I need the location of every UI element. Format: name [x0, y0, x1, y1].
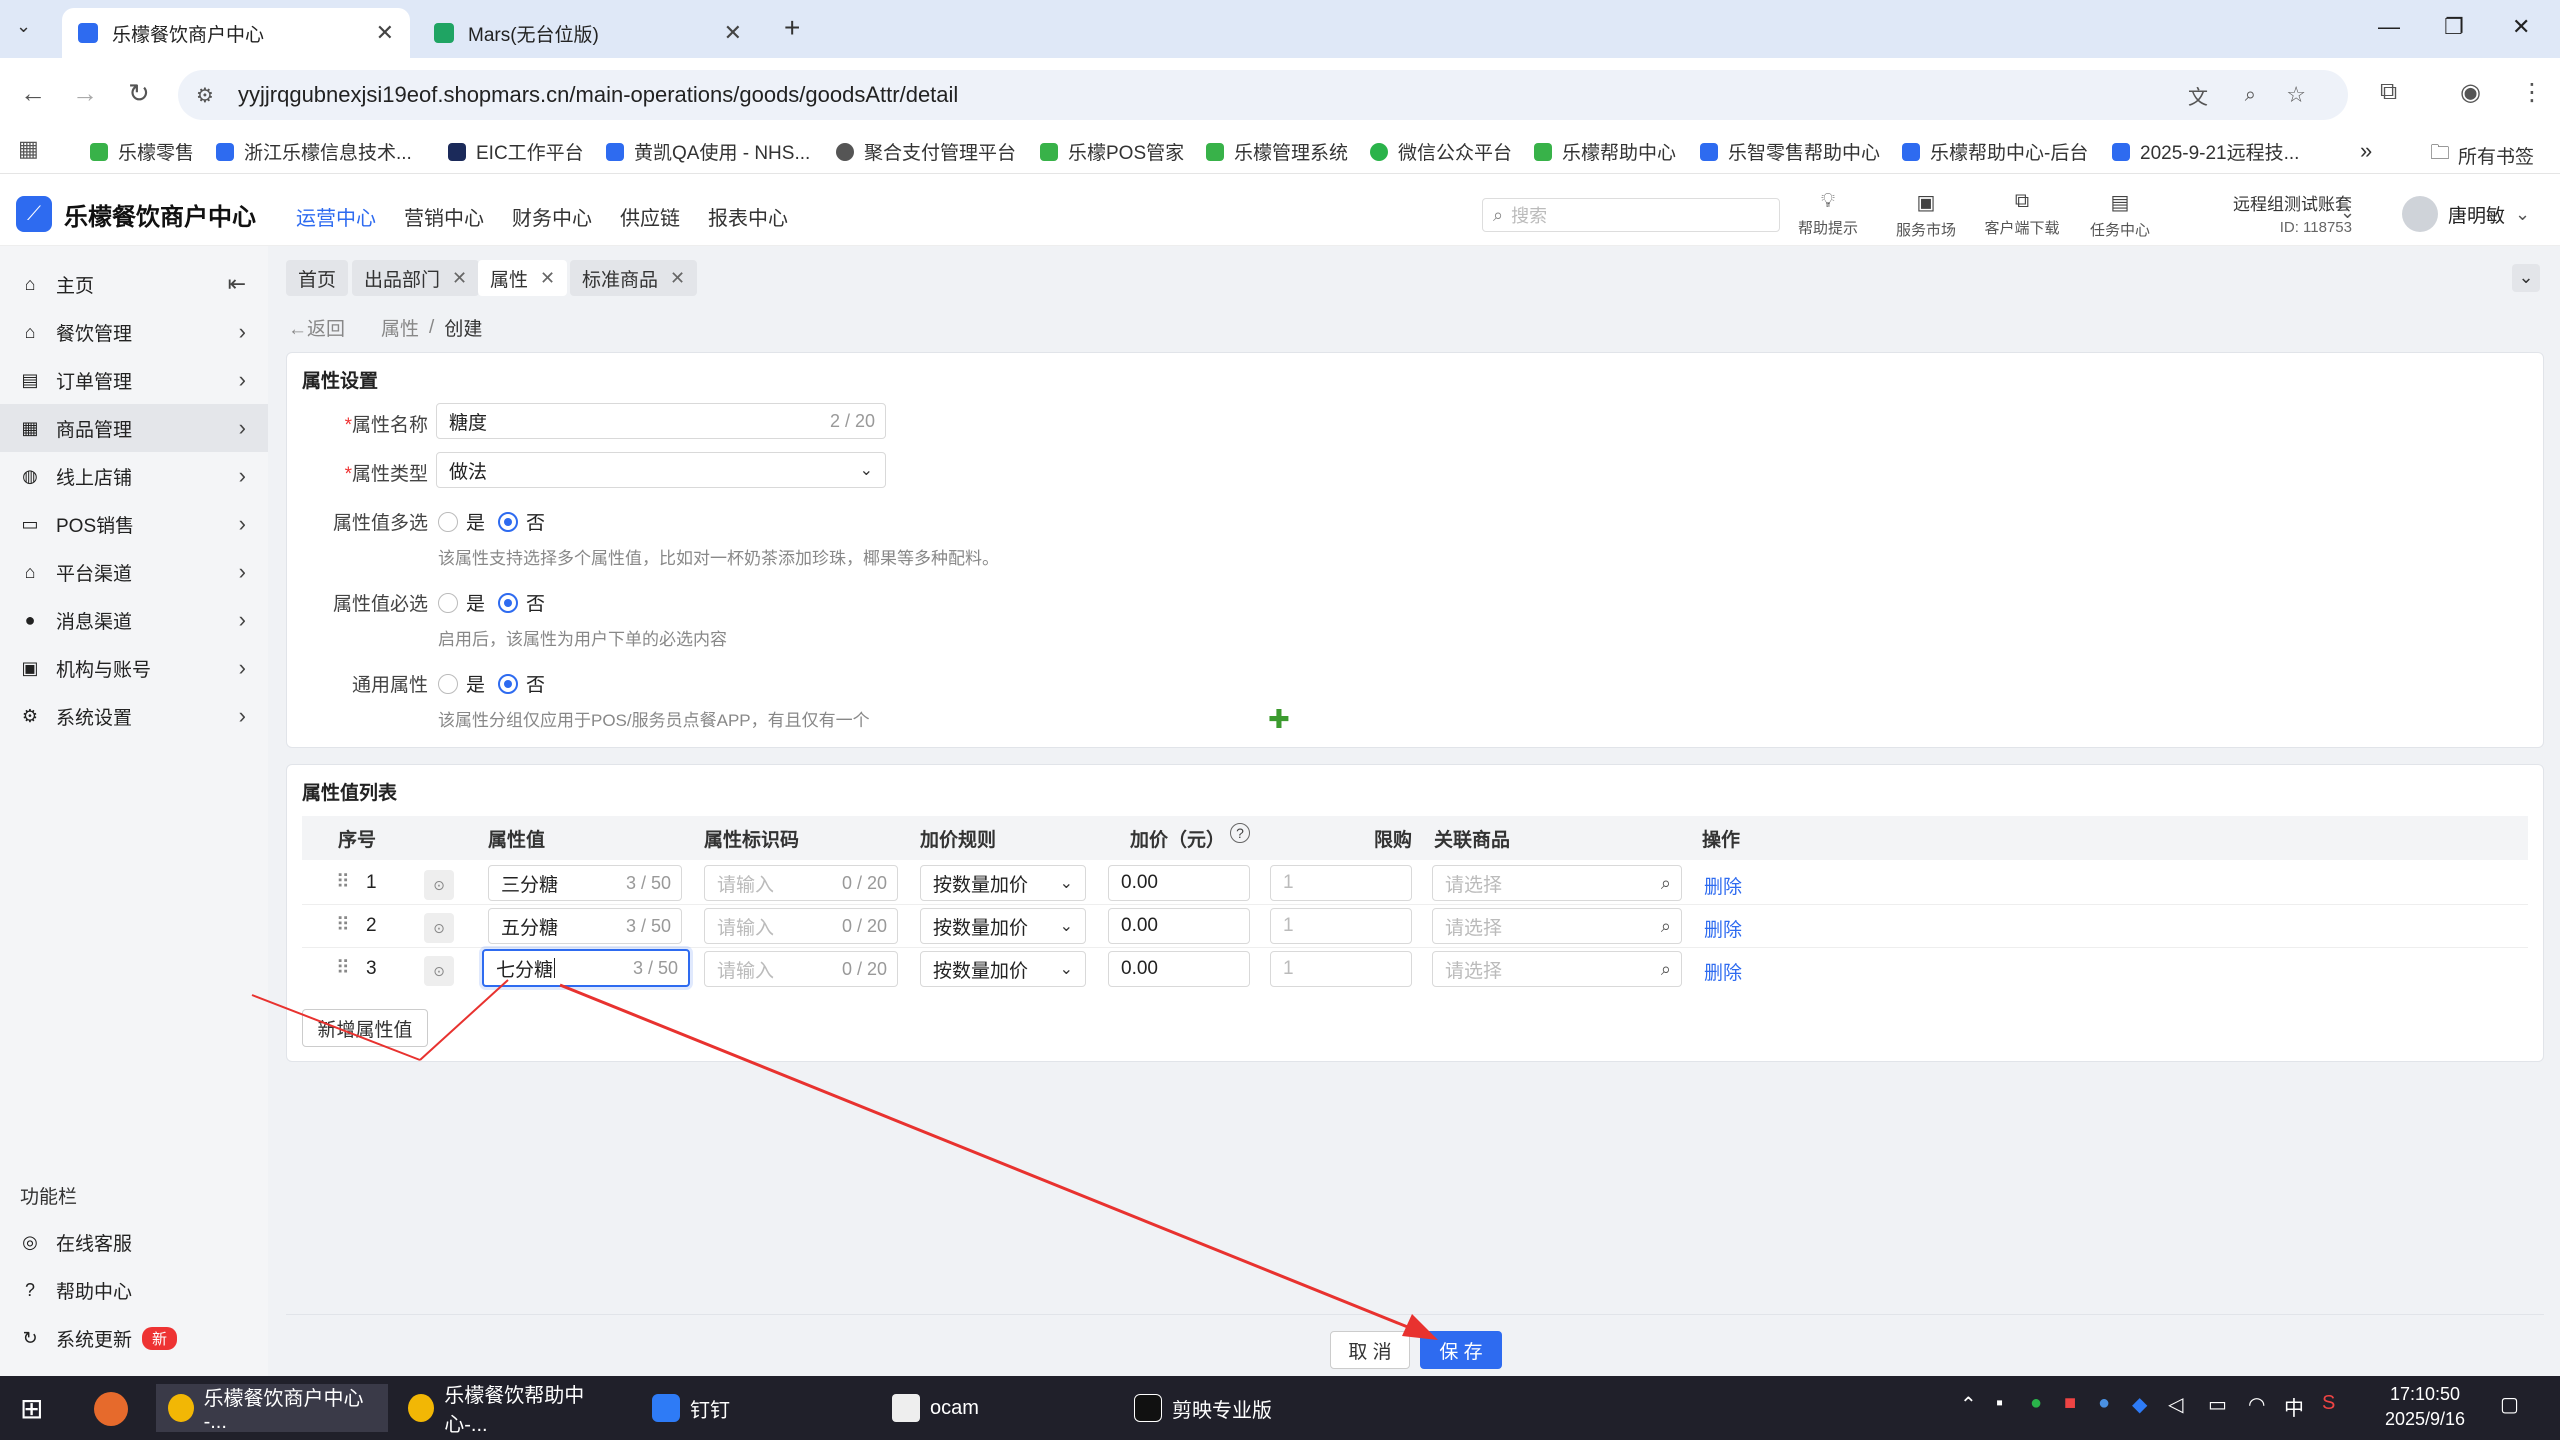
windows-start-icon[interactable]: ⊞: [20, 1392, 43, 1425]
ocam-icon: [892, 1394, 920, 1422]
clock-time: 17:10:50: [2389, 1384, 2461, 1404]
chrome-icon: [408, 1394, 435, 1422]
chrome-icon: [168, 1394, 194, 1422]
taskbar-item-chrome-help[interactable]: 乐檬餐饮帮助中心-...: [396, 1384, 628, 1436]
sogou-icon[interactable]: S: [2322, 1392, 2335, 1415]
dingtalk-tray-icon[interactable]: ◆: [2132, 1392, 2147, 1417]
taskbar-item-chrome-merchant[interactable]: 乐檬餐饮商户中心 -...: [156, 1384, 388, 1433]
tray-app-icon[interactable]: ■: [2064, 1392, 2076, 1415]
clock[interactable]: 17:10:50 2025/9/16: [2370, 1384, 2480, 1430]
annotation-line: [419, 979, 509, 1061]
tray-app-icon[interactable]: ●: [2098, 1392, 2110, 1415]
tray-app-icon[interactable]: ▪: [1996, 1392, 2003, 1415]
battery-icon[interactable]: ▭: [2208, 1392, 2227, 1417]
taskbar-item-jianying[interactable]: 剪映专业版: [1122, 1384, 1342, 1432]
annotation-line: [251, 994, 421, 1061]
wechat-tray-icon[interactable]: ●: [2030, 1392, 2042, 1415]
annotation-arrowhead: [1402, 1314, 1438, 1340]
annotation-arrow: [251, 979, 1438, 1340]
notification-icon[interactable]: ▢: [2500, 1392, 2519, 1417]
taskbar-item-dingtalk[interactable]: 钉钉: [640, 1384, 860, 1432]
firefox-icon[interactable]: [94, 1392, 128, 1426]
jianying-icon: [1134, 1394, 1162, 1422]
annotation-line: [559, 983, 1431, 1338]
dingtalk-icon: [652, 1394, 680, 1422]
taskbar-item-ocam[interactable]: ocam: [880, 1384, 1100, 1432]
volume-icon[interactable]: ◁: [2168, 1392, 2183, 1417]
wifi-icon[interactable]: ◠: [2248, 1392, 2265, 1417]
clock-date: 2025/9/16: [2384, 1409, 2466, 1429]
tray-expand-icon[interactable]: ⌃: [1960, 1392, 1977, 1417]
ime-indicator[interactable]: 中: [2284, 1392, 2304, 1421]
